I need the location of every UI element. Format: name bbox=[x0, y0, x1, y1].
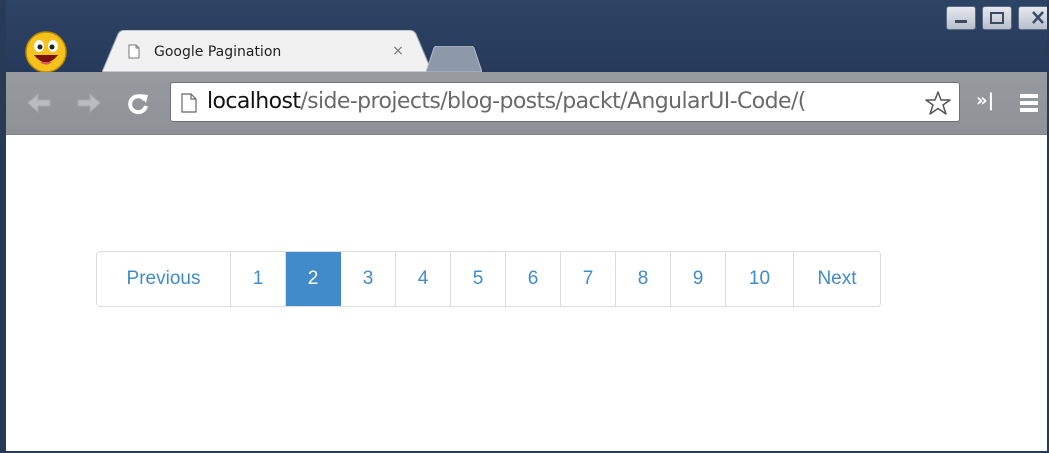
maximize-button[interactable] bbox=[982, 6, 1012, 30]
tab-close-icon[interactable]: × bbox=[389, 42, 407, 60]
page-icon bbox=[128, 44, 140, 59]
browser-window: Google Pagination × localhost/side-proje… bbox=[0, 0, 1049, 453]
page-1-button[interactable]: 1 bbox=[231, 252, 286, 306]
previous-page-button[interactable]: Previous bbox=[97, 252, 231, 306]
star-icon[interactable] bbox=[923, 91, 951, 115]
reload-icon[interactable] bbox=[126, 92, 150, 116]
page-7-button[interactable]: 7 bbox=[561, 252, 616, 306]
new-tab-button[interactable] bbox=[426, 46, 482, 72]
page-9-button[interactable]: 9 bbox=[671, 252, 726, 306]
pagination: Previous 1 2 3 4 5 6 7 8 9 10 Next bbox=[96, 251, 881, 307]
page-2-button[interactable]: 2 bbox=[286, 252, 341, 306]
page-4-button[interactable]: 4 bbox=[396, 252, 451, 306]
page-10-button[interactable]: 10 bbox=[726, 252, 794, 306]
page-6-button[interactable]: 6 bbox=[506, 252, 561, 306]
close-icon bbox=[1032, 11, 1044, 24]
minimize-icon bbox=[955, 20, 967, 23]
page-3-button[interactable]: 3 bbox=[341, 252, 396, 306]
url-path: /side-projects/blog-posts/packt/AngularU… bbox=[300, 89, 806, 114]
smiley-avatar-icon[interactable] bbox=[24, 30, 68, 74]
hamburger-menu-icon[interactable] bbox=[1018, 92, 1040, 114]
tab-google-pagination[interactable]: Google Pagination × bbox=[102, 30, 442, 72]
page-8-button[interactable]: 8 bbox=[616, 252, 671, 306]
back-arrow-icon[interactable] bbox=[26, 92, 52, 114]
maximize-icon bbox=[990, 12, 1004, 24]
minimize-button[interactable] bbox=[946, 6, 976, 30]
title-bar: Google Pagination × bbox=[6, 0, 1047, 74]
tab-title: Google Pagination bbox=[154, 44, 282, 60]
next-page-button[interactable]: Next bbox=[794, 252, 880, 306]
address-bar[interactable]: localhost/side-projects/blog-posts/packt… bbox=[170, 82, 960, 122]
url-host: localhost bbox=[207, 89, 301, 114]
extensions-overflow-icon[interactable]: »| bbox=[976, 90, 994, 111]
forward-arrow-icon[interactable] bbox=[76, 92, 102, 114]
url-text: localhost/side-projects/blog-posts/packt… bbox=[207, 89, 806, 114]
close-window-button[interactable] bbox=[1018, 6, 1047, 30]
page-5-button[interactable]: 5 bbox=[451, 252, 506, 306]
page-content: Previous 1 2 3 4 5 6 7 8 9 10 Next bbox=[6, 135, 1047, 451]
browser-toolbar: localhost/side-projects/blog-posts/packt… bbox=[6, 72, 1047, 135]
page-icon bbox=[181, 93, 197, 113]
